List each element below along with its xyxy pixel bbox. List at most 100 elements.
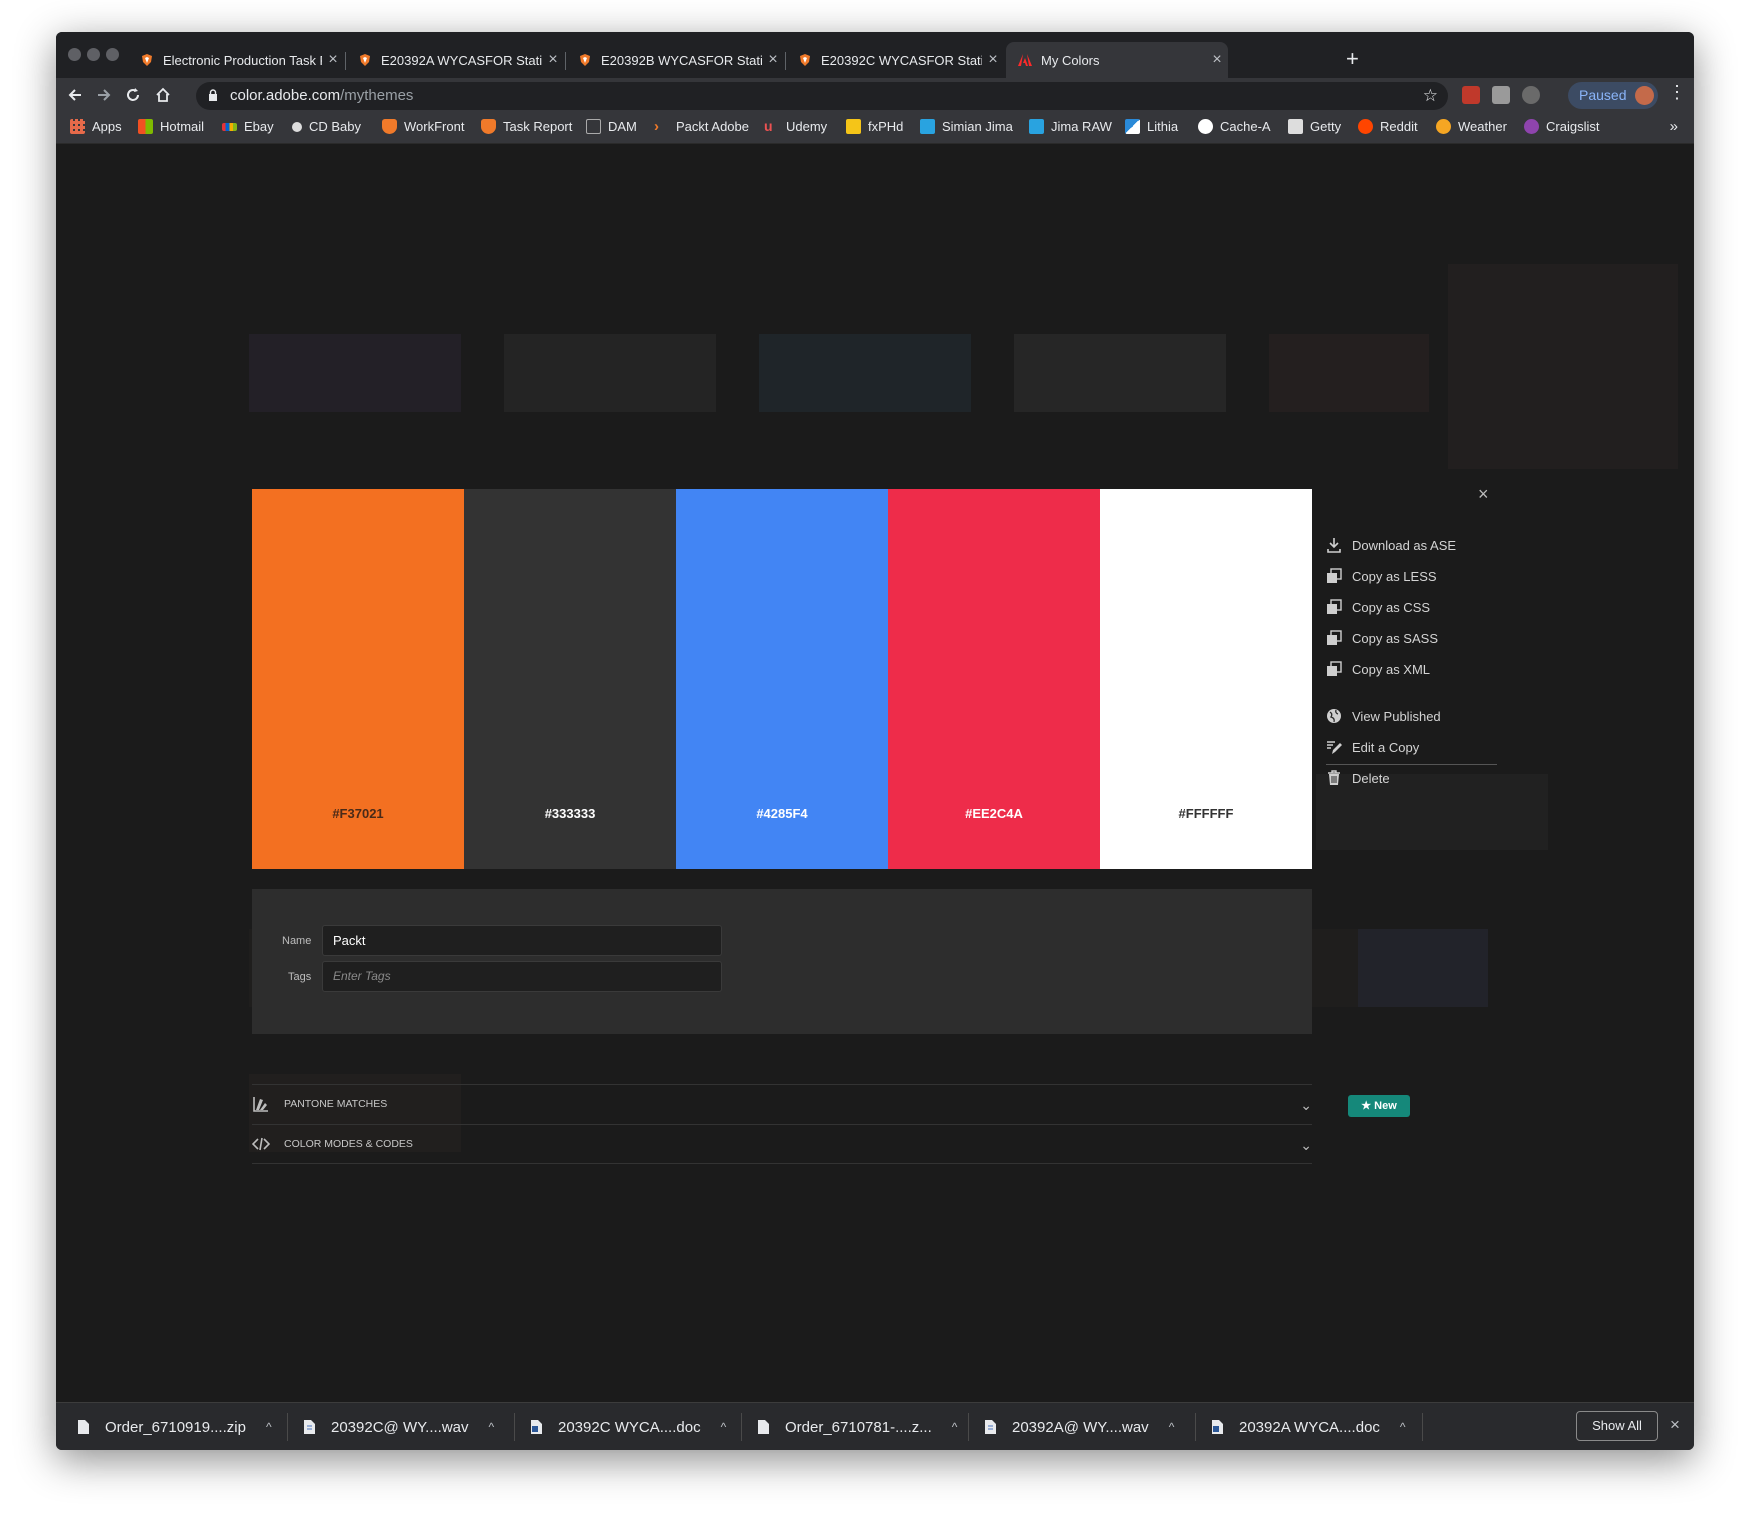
background-side-panel [1448, 264, 1678, 469]
tab-e20392b[interactable]: E20392B WYCASFOR Station I × [566, 42, 784, 78]
bookmark-label: Lithia [1147, 119, 1179, 134]
download-ase-action[interactable]: Download as ASE [1326, 537, 1456, 553]
copy-css-action[interactable]: Copy as CSS [1326, 599, 1430, 615]
bookmark-jima-raw[interactable]: Jima RAW [1029, 119, 1112, 134]
adobe-icon [1018, 54, 1032, 66]
browser-menu-icon[interactable]: ⋮ [1668, 82, 1686, 103]
bookmark-star-icon[interactable]: ☆ [1423, 82, 1438, 110]
bookmark-fxphd[interactable]: fxPHd [846, 119, 903, 134]
swatch-2[interactable]: #333333 [464, 489, 676, 869]
bookmark-getty[interactable]: Getty [1288, 119, 1341, 134]
chevron-up-icon[interactable]: ^ [489, 1420, 495, 1434]
swatch-3[interactable]: #4285F4 [676, 489, 888, 869]
chevron-up-icon[interactable]: ^ [952, 1420, 958, 1434]
bookmark-label: DAM [608, 119, 637, 134]
shield-icon [481, 119, 496, 134]
download-divider [1422, 1413, 1423, 1441]
close-downloads-icon[interactable]: × [1670, 1415, 1680, 1435]
bookmarks-overflow-icon[interactable]: » [1670, 118, 1678, 135]
new-tab-button[interactable]: + [1346, 46, 1359, 72]
url-host: color.adobe.com [230, 87, 341, 104]
bookmark-apps[interactable]: Apps [70, 119, 122, 134]
edit-copy-action[interactable]: Edit a Copy [1326, 739, 1419, 755]
bookmark-weather[interactable]: Weather [1436, 119, 1507, 134]
color-modes-section[interactable]: COLOR MODES & CODES ⌄ [252, 1124, 1312, 1164]
trash-icon [1328, 770, 1340, 785]
download-item[interactable]: 20392C@ WY....wav ^ [304, 1403, 494, 1450]
home-button[interactable] [150, 82, 176, 108]
bookmark-simian-jima[interactable]: Simian Jima [920, 119, 1013, 134]
chevron-up-icon[interactable]: ^ [1400, 1420, 1406, 1434]
delete-action[interactable]: Delete [1326, 770, 1390, 786]
chevron-up-icon[interactable]: ^ [1169, 1420, 1175, 1434]
download-item[interactable]: 20392A WYCA....doc ^ [1212, 1403, 1406, 1450]
tags-label: Tags [288, 971, 312, 983]
copy-xml-action[interactable]: Copy as XML [1326, 661, 1430, 677]
swatch-1[interactable]: #F37021 [252, 489, 464, 869]
bookmark-cd-baby[interactable]: CD Baby [292, 119, 361, 134]
swatch-4[interactable]: #EE2C4A [888, 489, 1100, 869]
theme-name-field[interactable]: Packt [322, 925, 722, 956]
tags-field[interactable]: Enter Tags [322, 961, 722, 992]
lithia-icon [1125, 119, 1140, 134]
udemy-icon: u [764, 118, 773, 134]
bookmark-hotmail[interactable]: Hotmail [138, 119, 204, 134]
chevron-up-icon[interactable]: ^ [266, 1420, 272, 1434]
extension-globe-icon[interactable] [1522, 86, 1540, 104]
forward-button[interactable] [91, 82, 117, 108]
download-item[interactable]: 20392C WYCA....doc ^ [531, 1403, 726, 1450]
bookmark-udemy[interactable]: u Udemy [764, 119, 827, 134]
chevron-down-icon[interactable]: ⌄ [1300, 1097, 1312, 1114]
profile-button[interactable]: Paused [1568, 82, 1658, 109]
tab-close-icon[interactable]: × [982, 51, 1004, 69]
bookmark-craigslist[interactable]: Craigslist [1524, 119, 1599, 134]
bookmark-label: CD Baby [309, 119, 362, 134]
download-item[interactable]: Order_6710919....zip ^ [78, 1403, 272, 1450]
back-button[interactable] [62, 82, 88, 108]
reload-button[interactable] [120, 82, 146, 108]
swatch-5[interactable]: #FFFFFF [1100, 489, 1312, 869]
chevron-up-icon[interactable]: ^ [721, 1420, 727, 1434]
minimize-window-button[interactable] [87, 48, 100, 61]
tab-close-icon[interactable]: × [322, 51, 344, 69]
download-divider [1195, 1413, 1196, 1441]
copy-sass-action[interactable]: Copy as SASS [1326, 630, 1438, 646]
tab-close-icon[interactable]: × [762, 51, 784, 69]
tab-e20392a[interactable]: E20392A WYCASFOR Station I × [346, 42, 564, 78]
bookmark-label: WorkFront [404, 119, 465, 134]
shield-icon [142, 54, 152, 66]
bookmark-task-report[interactable]: Task Report [481, 119, 572, 134]
action-label: Copy as SASS [1352, 630, 1438, 646]
tab-e20392c[interactable]: E20392C WYCASFOR Station I × [786, 42, 1004, 78]
download-item[interactable]: 20392A@ WY....wav ^ [985, 1403, 1174, 1450]
bookmark-reddit[interactable]: Reddit [1358, 119, 1418, 134]
tab-close-icon[interactable]: × [542, 51, 564, 69]
bookmark-cache-a[interactable]: Cache-A [1198, 119, 1271, 134]
show-all-button[interactable]: Show All [1576, 1411, 1658, 1441]
extension-icon[interactable] [1492, 86, 1510, 104]
lock-icon [209, 89, 217, 101]
bookmark-workfront[interactable]: WorkFront [382, 119, 464, 134]
close-window-button[interactable] [68, 48, 81, 61]
bookmark-ebay[interactable]: Ebay [222, 119, 274, 134]
chevron-down-icon[interactable]: ⌄ [1300, 1137, 1312, 1154]
address-bar[interactable]: color.adobe.com/mythemes ☆ [196, 82, 1448, 110]
url-path: /mythemes [340, 87, 414, 104]
bookmark-packt-adobe[interactable]: › Packt Adobe [654, 119, 749, 134]
tab-my-colors[interactable]: My Colors × [1006, 42, 1228, 78]
actions-divider [1326, 764, 1497, 765]
arrow-left-icon [68, 89, 81, 101]
modal-close-icon[interactable]: × [1478, 484, 1489, 505]
copy-less-action[interactable]: Copy as LESS [1326, 568, 1437, 584]
word-doc-icon [531, 1420, 542, 1434]
bookmark-lithia[interactable]: Lithia [1125, 119, 1178, 134]
tab-close-icon[interactable]: × [1206, 51, 1228, 69]
zoom-window-button[interactable] [106, 48, 119, 61]
download-item[interactable]: Order_6710781-....z... ^ [758, 1403, 957, 1450]
tab-electronic-production[interactable]: Electronic Production Task Rep × [128, 42, 344, 78]
bookmark-dam[interactable]: DAM [586, 119, 637, 134]
adblock-extension-icon[interactable] [1462, 86, 1480, 104]
background-theme-card [759, 334, 971, 412]
view-published-action[interactable]: View Published [1326, 708, 1441, 724]
pantone-matches-section[interactable]: PANTONE MATCHES ★ New ⌄ [252, 1084, 1410, 1124]
